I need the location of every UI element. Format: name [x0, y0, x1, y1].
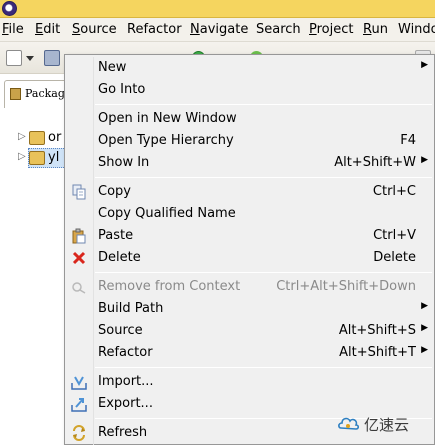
tree-item-project-2[interactable]: ▷ yl	[0, 148, 70, 168]
menu-item-label: New	[98, 60, 127, 75]
package-explorer-tab[interactable]: Packag	[4, 80, 70, 108]
menu-item-shortcut: Ctrl+Alt+Shift+Down	[276, 279, 416, 294]
menu-item-label: Open in New Window	[98, 111, 237, 126]
menu-item-go-into[interactable]: Go Into	[65, 79, 434, 101]
menu-item-remove-from-context: Remove from Context Ctrl+Alt+Shift+Down	[65, 276, 434, 298]
new-file-icon[interactable]	[6, 50, 22, 66]
menu-item-label: Go Into	[98, 82, 146, 97]
paste-icon	[72, 228, 86, 244]
menu-refactor[interactable]: Refactor	[127, 21, 182, 39]
export-icon	[71, 398, 87, 412]
menu-item-label: Delete	[98, 250, 141, 265]
menu-item-label: Import...	[98, 374, 154, 389]
menu-source[interactable]: Source	[72, 21, 117, 39]
menu-separator	[95, 177, 432, 178]
menu-item-open-type-hierarchy[interactable]: Open Type Hierarchy F4	[65, 130, 434, 152]
remove-context-icon	[72, 282, 86, 294]
eclipse-logo-icon	[2, 1, 17, 16]
submenu-arrow-icon: ▶	[421, 345, 428, 355]
menu-item-shortcut: Delete	[373, 250, 416, 265]
menu-item-delete[interactable]: Delete Delete	[65, 247, 434, 269]
save-icon[interactable]	[44, 50, 60, 66]
title-bar	[0, 0, 435, 18]
menu-edit[interactable]: Edit	[35, 21, 60, 39]
menu-window[interactable]: Windo	[398, 21, 435, 39]
menu-item-label: Show In	[98, 155, 150, 170]
menu-item-label: Open Type Hierarchy	[98, 133, 234, 148]
import-icon	[71, 376, 87, 390]
refresh-icon	[73, 425, 85, 441]
menu-item-label: Paste	[98, 228, 134, 243]
package-explorer-tab-label: Packag	[25, 87, 65, 100]
menu-item-label: Copy Qualified Name	[98, 206, 236, 221]
menu-search[interactable]: Search	[256, 21, 301, 39]
project-folder-icon	[29, 151, 45, 165]
cloud-logo-icon	[338, 417, 360, 430]
watermark-text: 亿速云	[364, 416, 410, 434]
tree-item-project-1[interactable]: ▷ or	[0, 128, 70, 148]
menu-item-build-path[interactable]: Build Path ▶	[65, 298, 434, 320]
menu-item-source[interactable]: Source Alt+Shift+S ▶	[65, 320, 434, 342]
menu-item-label: Export...	[98, 396, 153, 411]
menu-navigate[interactable]: Navigate	[190, 21, 248, 39]
eclipse-window: File Edit Source Refactor Navigate Searc…	[0, 0, 435, 445]
project-folder-icon	[29, 131, 45, 145]
menu-item-open-new-window[interactable]: Open in New Window	[65, 108, 434, 130]
menu-item-copy[interactable]: Copy Ctrl+C	[65, 181, 434, 203]
delete-icon	[72, 251, 86, 265]
package-explorer-icon	[10, 88, 21, 100]
tree-item-label: yl	[48, 150, 60, 165]
menu-item-label: Refresh	[98, 425, 148, 440]
menu-item-refactor[interactable]: Refactor Alt+Shift+T ▶	[65, 342, 434, 364]
submenu-arrow-icon: ▶	[421, 301, 428, 311]
menu-run[interactable]: Run	[363, 21, 388, 39]
submenu-arrow-icon: ▶	[421, 60, 428, 70]
menu-separator	[95, 272, 432, 273]
menu-separator	[95, 104, 432, 105]
menu-item-copy-qualified-name[interactable]: Copy Qualified Name	[65, 203, 434, 225]
tree-item-label: or	[48, 130, 62, 145]
menu-item-paste[interactable]: Paste Ctrl+V	[65, 225, 434, 247]
expand-arrow-icon[interactable]: ▷	[18, 131, 26, 142]
copy-icon	[72, 184, 86, 200]
expand-arrow-icon[interactable]: ▷	[18, 151, 26, 162]
menu-item-show-in[interactable]: Show In Alt+Shift+W ▶	[65, 152, 434, 174]
menu-item-import[interactable]: Import...	[65, 371, 434, 393]
menu-item-shortcut: Alt+Shift+W	[334, 155, 416, 170]
menu-item-shortcut: Ctrl+V	[373, 228, 416, 243]
menu-item-label: Refactor	[98, 345, 153, 360]
menu-item-shortcut: Alt+Shift+S	[338, 323, 416, 338]
submenu-arrow-icon: ▶	[421, 323, 428, 333]
menu-item-label: Copy	[98, 184, 131, 199]
menu-separator	[95, 367, 432, 368]
menu-item-new[interactable]: New ▶	[65, 57, 434, 79]
submenu-arrow-icon: ▶	[421, 155, 428, 165]
menu-item-shortcut: Alt+Shift+T	[339, 345, 416, 360]
menu-item-label: Remove from Context	[98, 279, 241, 294]
menu-project[interactable]: Project	[309, 21, 354, 39]
context-menu: New ▶ Go Into Open in New Window Open Ty…	[64, 54, 435, 445]
menu-item-label: Build Path	[98, 301, 164, 316]
menu-item-shortcut: Ctrl+C	[372, 184, 416, 199]
watermark: 亿速云	[338, 412, 432, 436]
package-explorer: Packag ▷ or ▷ yl	[0, 74, 70, 445]
menu-bar: File Edit Source Refactor Navigate Searc…	[0, 18, 435, 42]
menu-item-label: Source	[98, 323, 143, 338]
dropdown-arrow-icon[interactable]	[26, 56, 34, 62]
menu-file[interactable]: File	[2, 21, 24, 39]
menu-item-shortcut: F4	[400, 133, 416, 148]
